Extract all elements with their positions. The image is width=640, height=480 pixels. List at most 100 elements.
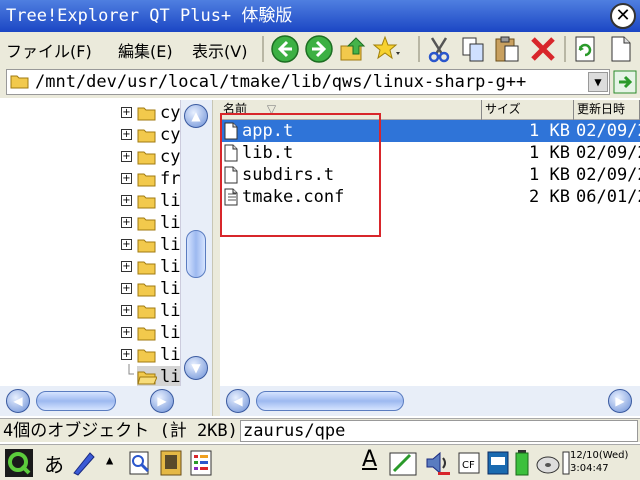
up-folder-icon[interactable] [338,34,368,64]
book-icon[interactable] [158,449,184,477]
scroll-down-button[interactable]: ▼ [184,356,208,380]
tree-item[interactable]: + cy [0,102,180,124]
tree-item-label: li [160,279,180,299]
tree-item-label: li [160,235,180,255]
scroll-thumb[interactable] [36,391,116,411]
tree-item[interactable]: + cy [0,146,180,168]
input-mode-indicator[interactable]: あ [44,449,64,478]
menu-edit[interactable]: 編集(E) [118,38,173,62]
refresh-icon[interactable] [570,34,600,64]
document-icon [224,122,238,140]
copy-icon[interactable] [458,34,488,64]
taskbar: あ ▲ A CF 12/10(Wed) 3:04:47 [0,444,640,480]
forward-icon[interactable] [304,34,334,64]
go-arrow-icon[interactable] [613,70,637,94]
folder-icon [10,75,29,89]
text-input-icon[interactable]: A [362,447,377,472]
tree-item[interactable]: + cy [0,124,180,146]
battery-icon [515,450,529,476]
close-button[interactable]: ✕ [610,3,636,29]
scroll-right-button[interactable]: ▶ [608,389,632,413]
column-name[interactable]: 名前 ▽ [220,100,482,120]
expand-icon[interactable]: + [121,151,132,162]
column-date[interactable]: 更新日時 [574,100,640,120]
file-row[interactable]: lib.t 1 KB 02/09/2 [220,142,640,164]
file-row[interactable]: subdirs.t 1 KB 02/09/2 [220,164,640,186]
tree-item[interactable]: + li [0,300,180,322]
expand-icon[interactable]: + [121,195,132,206]
cut-icon[interactable] [424,34,454,64]
tree-item-label: li [160,213,180,233]
status-path-text: zaurus/qpe [243,421,346,441]
expand-icon[interactable]: + [121,107,132,118]
scroll-thumb[interactable] [256,391,404,411]
document-icon [224,166,238,184]
scroll-up-button[interactable]: ▲ [184,104,208,128]
clock[interactable]: 12/10(Wed) 3:04:47 [570,449,628,475]
tree-item[interactable]: + li [0,190,180,212]
folder-tree: + cy + cy + cy + fr + li + li + li + li + li + li + li + li li [0,100,180,386]
expand-icon[interactable]: + [121,129,132,140]
file-size: 1 KB [529,143,570,163]
tray-expand-icon[interactable]: ▲ [106,453,113,467]
scroll-thumb[interactable] [186,230,206,278]
title-bar: Tree!Explorer QT Plus+ 体験版 [0,0,640,32]
keyboard-pen-icon[interactable] [388,449,418,477]
expand-icon[interactable]: + [121,239,132,250]
expand-icon[interactable]: + [121,261,132,272]
tree-horizontal-scrollbar[interactable]: ◀ ▶ [0,386,212,416]
cf-card-icon[interactable]: CF [456,449,482,477]
back-icon[interactable] [270,34,300,64]
disk-icon[interactable] [534,449,562,477]
file-row[interactable]: tmake.conf 2 KB 06/01/2 [220,186,640,208]
start-menu-icon[interactable] [4,448,34,478]
bookmark-star-icon[interactable] [372,34,402,64]
file-name: tmake.conf [242,187,345,207]
pen-icon[interactable] [70,449,96,477]
address-dropdown-button[interactable]: ▼ [588,72,608,92]
address-input[interactable]: /mnt/dev/usr/local/tmake/lib/qws/linux-s… [6,69,610,95]
sd-card-icon[interactable] [486,449,510,477]
expand-icon[interactable]: + [121,217,132,228]
tree-item[interactable]: + li [0,278,180,300]
speaker-icon[interactable] [424,449,454,477]
menu-file[interactable]: ファイル(F) [6,38,92,62]
scroll-left-button[interactable]: ◀ [226,389,250,413]
expand-icon[interactable]: + [121,173,132,184]
chevron-right-icon: ▶ [157,394,167,408]
svg-text:CF: CF [462,460,475,471]
chevron-right-icon: ▶ [615,394,625,408]
tree-vertical-scrollbar[interactable]: ▲ ▼ [180,100,212,386]
tree-item-label: cy [160,103,180,123]
pane-splitter[interactable] [212,100,220,416]
column-size[interactable]: サイズ [482,100,574,120]
find-icon[interactable] [126,449,154,477]
folder-icon [137,305,156,319]
expand-icon[interactable]: + [121,327,132,338]
tree-item[interactable]: + li [0,256,180,278]
file-list: 名前 ▽ サイズ 更新日時 app.t 1 KB 02/09/2 lib.t 1 KB 0… [220,100,640,386]
tree-item[interactable]: + fr [0,168,180,190]
expand-icon[interactable]: + [121,349,132,360]
app-list-icon[interactable] [188,449,214,477]
expand-icon[interactable]: + [121,305,132,316]
tree-item[interactable]: + li [0,212,180,234]
paste-icon[interactable] [492,34,522,64]
tree-item-label: fr [160,169,180,189]
chevron-left-icon: ◀ [233,394,243,408]
scroll-right-button[interactable]: ▶ [150,389,174,413]
list-header: 名前 ▽ サイズ 更新日時 [220,100,640,120]
tree-item[interactable]: + li [0,322,180,344]
expand-icon[interactable]: + [121,283,132,294]
tree-item-selected[interactable]: li [0,364,180,386]
scroll-left-button[interactable]: ◀ [6,389,30,413]
tree-item[interactable]: + li [0,344,180,366]
file-size: 1 KB [529,121,570,141]
tree-item[interactable]: + li [0,234,180,256]
open-folder-icon [137,371,157,385]
new-file-icon[interactable] [606,34,636,64]
file-row[interactable]: app.t 1 KB 02/09/2 [220,120,640,142]
menu-view[interactable]: 表示(V) [192,38,247,62]
delete-icon[interactable] [528,34,558,64]
list-horizontal-scrollbar[interactable]: ◀ ▶ [220,386,640,416]
